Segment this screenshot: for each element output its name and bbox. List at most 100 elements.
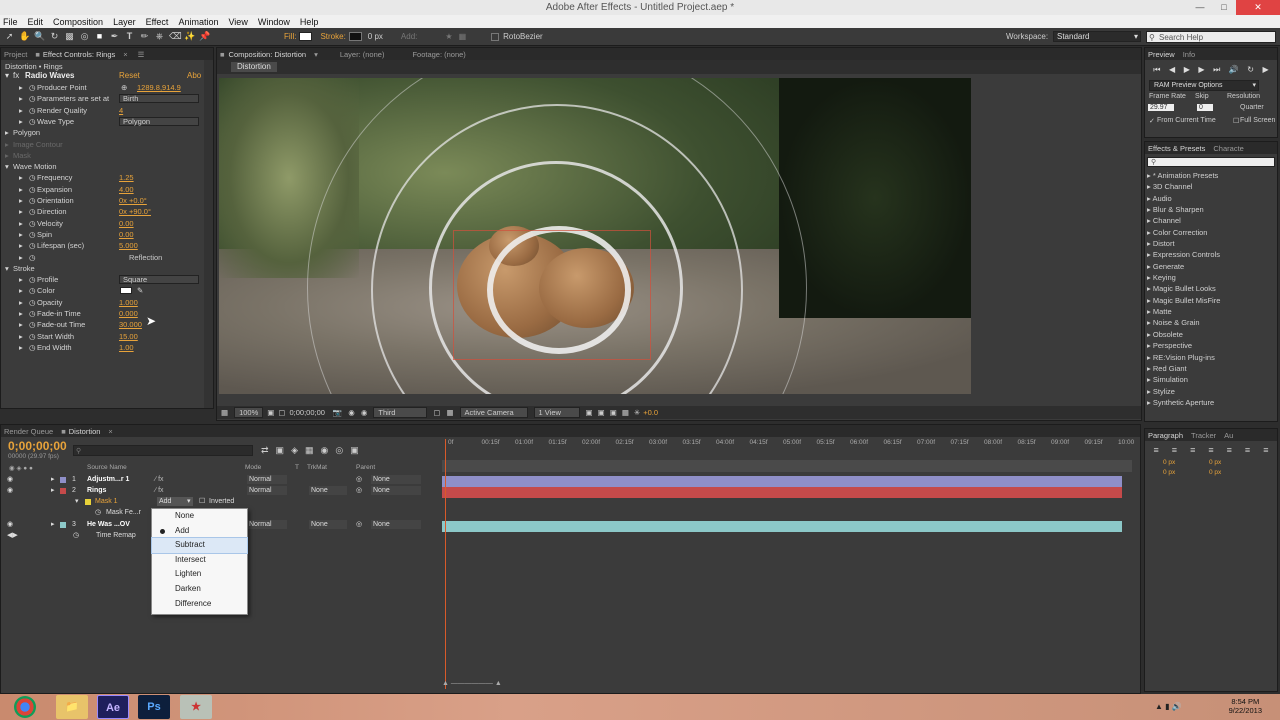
layer-twirl-icon[interactable]: ▸ — [51, 485, 55, 496]
col-trkmat[interactable]: TrkMat — [307, 464, 327, 471]
effect-property-row[interactable]: ▸ ◷ Start Width 15.00 — [1, 331, 213, 342]
panel-close-icon[interactable]: × — [123, 50, 127, 59]
twirl-arrow-icon[interactable]: ▸ — [19, 195, 23, 206]
views-dropdown[interactable]: 1 View — [533, 407, 580, 418]
stopwatch-icon[interactable]: ◷ — [95, 507, 101, 518]
layer-mode-dropdown[interactable]: Normal — [247, 475, 287, 484]
effects-category-item[interactable]: ▸ Generate — [1147, 261, 1272, 272]
hand-tool-icon[interactable]: ✋ — [19, 31, 30, 42]
timeline-lock-icon[interactable]: ■ — [61, 427, 66, 436]
stopwatch-icon[interactable]: ◷ — [29, 252, 36, 263]
col-parent[interactable]: Parent — [356, 464, 375, 471]
timeline-timecode[interactable]: 0;00;00;00 — [8, 439, 67, 453]
ram-preview-options-dropdown[interactable]: RAM Preview Options ▾ — [1149, 80, 1259, 91]
eraser-tool-icon[interactable]: ⌫ — [169, 31, 182, 42]
twirl-arrow-icon[interactable]: ▸ — [19, 116, 23, 127]
tab-effect-controls[interactable]: Effect Controls: Rings — [43, 50, 115, 59]
minimize-button[interactable]: — — [1188, 0, 1212, 15]
effects-category-item[interactable]: ▸ RE:Vision Plug-ins — [1147, 352, 1272, 363]
property-value[interactable]: 0.00 — [119, 218, 134, 229]
mask-mode-option[interactable]: Lighten — [152, 567, 247, 582]
tab-info[interactable]: Info — [1183, 50, 1196, 59]
stopwatch-icon[interactable]: ◷ — [29, 172, 36, 183]
chrome-icon[interactable] — [14, 696, 36, 718]
layer-switches[interactable]: ∕ fx — [155, 474, 164, 485]
timeline-icon[interactable]: ▣ — [610, 408, 617, 417]
twirl-arrow-icon[interactable]: ▸ — [19, 252, 23, 263]
effects-category-item[interactable]: ▸ Channel — [1147, 215, 1272, 226]
exposure-icon[interactable]: ✳ — [634, 408, 640, 417]
comp-breadcrumb[interactable]: Distortion — [231, 62, 277, 72]
visibility-eye-icon[interactable]: ◉ — [7, 485, 13, 496]
property-dropdown[interactable]: Birth — [119, 94, 199, 104]
skip-field[interactable]: 0 — [1197, 104, 1213, 111]
from-current-checkbox[interactable]: ✓ — [1149, 117, 1155, 125]
align-left-icon[interactable]: ≡ — [1154, 445, 1159, 455]
stopwatch-icon[interactable]: ◷ — [29, 331, 36, 342]
graph-editor-icon[interactable]: ▣ — [350, 445, 359, 456]
grid-icon[interactable]: ▦ — [459, 32, 467, 41]
stroke-width[interactable]: 0 px — [368, 32, 383, 41]
comp-viewer[interactable] — [219, 78, 971, 394]
layer-bar-rings[interactable] — [442, 487, 1122, 498]
rotate-tool-icon[interactable]: ↻ — [49, 31, 60, 42]
twirl-arrow-icon[interactable]: ▸ — [19, 229, 23, 240]
effects-category-item[interactable]: ▸ Expression Controls — [1147, 249, 1272, 260]
stopwatch-icon[interactable]: ◷ — [29, 240, 36, 251]
col-mode[interactable]: Mode — [245, 464, 261, 471]
effect-property-row[interactable]: ▸ ◷ Color ✎ — [1, 285, 213, 296]
property-value[interactable]: 0x +90.0° — [119, 206, 151, 217]
effect-property-row[interactable]: ▸ ◷ End Width 1.00 — [1, 342, 213, 353]
stopwatch-icon[interactable]: ◷ — [29, 229, 36, 240]
visibility-eye-icon[interactable]: ◉ — [7, 519, 13, 530]
tab-audio[interactable]: Au — [1224, 431, 1233, 440]
visibility-eye-icon[interactable]: ◉ — [7, 474, 13, 485]
property-value[interactable]: 0.000 — [119, 308, 138, 319]
tab-tracker[interactable]: Tracker — [1191, 431, 1216, 440]
full-screen-checkbox[interactable]: ☐ — [1233, 117, 1239, 125]
effects-category-item[interactable]: ▸ Simulation — [1147, 374, 1272, 385]
close-button[interactable]: ✕ — [1236, 0, 1280, 15]
loop-icon[interactable]: ↻ — [1247, 65, 1254, 75]
effects-category-item[interactable]: ▸ Matte — [1147, 306, 1272, 317]
stopwatch-icon[interactable]: ◷ — [29, 206, 36, 217]
ram-preview-icon[interactable]: ▶ — [1263, 65, 1269, 75]
property-value[interactable]: 1.25 — [119, 172, 134, 183]
region-icon[interactable]: ▢ — [433, 408, 440, 417]
mask-mode-option[interactable]: None — [152, 509, 247, 524]
workspace-dropdown[interactable]: Standard ▾ — [1053, 31, 1141, 42]
tray-icons[interactable]: ▲ ▮ 🔊 — [1155, 702, 1182, 711]
layer-trkmat-dropdown[interactable]: None — [309, 486, 347, 495]
twirl-arrow-icon[interactable]: ▸ — [19, 331, 23, 342]
camera-dropdown[interactable]: Active Camera — [459, 407, 528, 418]
effects-category-item[interactable]: ▸ Synthetic Aperture — [1147, 397, 1272, 408]
menu-help[interactable]: Help — [300, 17, 319, 27]
stopwatch-icon[interactable]: ◷ — [29, 82, 36, 93]
timeline-tab-close-icon[interactable]: × — [108, 427, 112, 436]
effect-property-row[interactable]: ▸ ◷ Reflection — [1, 252, 213, 263]
comp-mini-flowchart-icon[interactable]: ⇄ — [261, 445, 269, 456]
last-frame-icon[interactable]: ⏭ — [1213, 65, 1220, 75]
timeline-zoom-slider[interactable]: ▲ —————— ▲ — [442, 680, 562, 688]
tab-preview[interactable]: Preview — [1148, 50, 1175, 59]
app-icon[interactable]: ★ — [180, 695, 212, 719]
mask-mode-option[interactable]: Difference — [152, 597, 247, 612]
frame-rate-field[interactable]: 29.97 — [1148, 104, 1174, 111]
layer-twirl-icon[interactable]: ▸ — [51, 519, 55, 530]
property-value[interactable]: 15.00 — [119, 331, 138, 342]
indent-left-value[interactable]: 0 px — [1163, 459, 1175, 466]
effects-category-item[interactable]: ▸ Stylize — [1147, 386, 1272, 397]
stopwatch-icon[interactable]: ◷ — [29, 116, 36, 127]
color-swatch[interactable] — [120, 287, 132, 295]
photoshop-icon[interactable]: Ps — [138, 695, 170, 719]
effect-property-row[interactable]: ▸ Mask — [1, 150, 213, 161]
property-dropdown[interactable]: Square — [119, 275, 199, 285]
effects-category-item[interactable]: ▸ 3D Channel — [1147, 181, 1272, 192]
layer-name[interactable]: He Was ...OV — [87, 519, 130, 530]
twirl-arrow-icon[interactable]: ▸ — [19, 218, 23, 229]
mask-outline[interactable] — [453, 230, 651, 360]
play-icon[interactable]: ▶ — [1184, 65, 1190, 75]
tab-render-queue[interactable]: Render Queue — [4, 427, 53, 436]
property-value[interactable]: 0x +0.0° — [119, 195, 147, 206]
effect-property-row[interactable]: ▸ ◷ Velocity 0.00 — [1, 218, 213, 229]
